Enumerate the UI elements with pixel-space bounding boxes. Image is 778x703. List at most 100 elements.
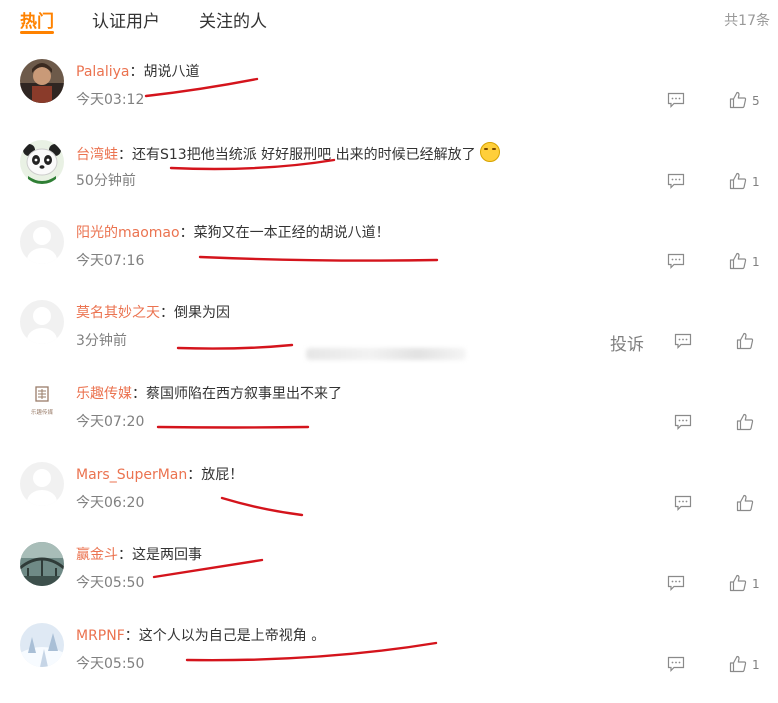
avatar[interactable] xyxy=(20,59,64,103)
logo-avatar-icon: 乐趣传媒 xyxy=(20,381,64,425)
comment-line: 台湾蛙：还有S13把他当统派 好好服刑吧 出来的时候已经解放了 xyxy=(76,142,500,164)
reply-button[interactable] xyxy=(667,253,685,273)
comment-row: Mars_SuperMan：放屁！ 今天06:20 xyxy=(0,462,778,542)
comment-tabs: 热门 认证用户 关注的人 共17条 xyxy=(0,0,778,40)
thumbs-up-icon xyxy=(729,655,747,673)
panda-avatar-icon xyxy=(20,140,64,184)
comment-bubble-icon xyxy=(674,495,692,511)
comment-line: 阳光的maomao：菜狗又在一本正经的胡说八道！ xyxy=(76,222,390,242)
like-button[interactable] xyxy=(729,655,747,677)
active-tab-indicator xyxy=(20,31,54,34)
comment-line: 赢金斗：这是两回事 xyxy=(76,544,202,564)
comment-username[interactable]: 台湾蛙 xyxy=(76,147,118,163)
like-button[interactable] xyxy=(729,252,747,274)
comment-row: 莫名其妙之天：倒果为因 3分钟前 投诉 xyxy=(0,300,778,380)
thumbs-up-icon xyxy=(729,574,747,592)
tab-verified-users[interactable]: 认证用户 xyxy=(92,7,160,32)
bridge-photo-avatar-icon xyxy=(20,542,64,586)
thumbs-up-icon xyxy=(729,252,747,270)
comment-row: 赢金斗：这是两回事 今天05:50 1 xyxy=(0,542,778,622)
separator: ： xyxy=(129,64,144,80)
comment-bubble-icon xyxy=(674,414,692,430)
comment-username[interactable]: Mars_SuperMan xyxy=(76,467,187,483)
tab-following[interactable]: 关注的人 xyxy=(199,7,267,32)
comment-bubble-icon xyxy=(667,656,685,672)
thumbs-up-icon xyxy=(736,332,754,350)
like-button[interactable] xyxy=(736,332,754,354)
like-count: 1 xyxy=(752,255,760,269)
comment-row: 乐趣传媒 乐趣传媒：蔡国师陷在西方叙事里出不来了 今天07:20 xyxy=(0,381,778,461)
comment-bubble-icon xyxy=(667,253,685,269)
thumbs-up-icon xyxy=(736,413,754,431)
reply-button[interactable] xyxy=(667,92,685,112)
default-avatar-icon xyxy=(20,462,64,506)
reply-button[interactable] xyxy=(674,333,692,353)
default-avatar-icon xyxy=(20,220,64,264)
comment-username[interactable]: 乐趣传媒 xyxy=(76,386,132,402)
separator: ： xyxy=(118,547,132,563)
tab-hot[interactable]: 热门 xyxy=(20,7,54,32)
avatar[interactable] xyxy=(20,462,64,506)
comment-time: 今天07:16 xyxy=(76,253,145,269)
separator: ： xyxy=(118,147,132,163)
comment-text: 放屁！ xyxy=(201,467,244,483)
comment-bubble-icon xyxy=(667,173,685,189)
laughing-crying-emoji-icon xyxy=(479,142,500,162)
reply-button[interactable] xyxy=(674,414,692,434)
separator: ： xyxy=(187,467,202,483)
avatar[interactable] xyxy=(20,300,64,344)
default-avatar-icon xyxy=(20,300,64,344)
like-count: 1 xyxy=(752,577,760,591)
comment-line: 莫名其妙之天：倒果为因 xyxy=(76,302,230,322)
like-button[interactable] xyxy=(736,494,754,516)
thumbs-up-icon xyxy=(736,494,754,512)
thumbs-up-icon xyxy=(729,172,747,190)
separator: ： xyxy=(124,628,139,644)
comment-username[interactable]: Palaliya xyxy=(76,64,130,80)
avatar[interactable] xyxy=(20,542,64,586)
comment-time: 50分钟前 xyxy=(76,173,136,189)
avatar[interactable] xyxy=(20,623,64,667)
report-button[interactable]: 投诉 xyxy=(610,330,644,355)
comment-row: 阳光的maomao：菜狗又在一本正经的胡说八道！ 今天07:16 1 xyxy=(0,220,778,300)
comment-username[interactable]: MRPNF xyxy=(76,628,125,644)
like-button[interactable] xyxy=(729,574,747,596)
avatar[interactable] xyxy=(20,140,64,184)
comment-username[interactable]: 赢金斗 xyxy=(76,547,118,563)
reply-button[interactable] xyxy=(667,173,685,193)
photo-person-icon xyxy=(20,59,64,103)
comment-time: 今天03:12 xyxy=(76,92,145,108)
comment-username[interactable]: 阳光的maomao xyxy=(76,225,180,241)
like-count: 5 xyxy=(752,94,760,108)
like-button[interactable] xyxy=(736,413,754,435)
like-button[interactable] xyxy=(729,91,747,113)
like-button[interactable] xyxy=(729,172,747,194)
thumbs-up-icon xyxy=(729,91,747,109)
comment-line: 乐趣传媒：蔡国师陷在西方叙事里出不来了 xyxy=(76,383,342,403)
comment-text: 菜狗又在一本正经的胡说八道！ xyxy=(193,225,390,241)
reply-button[interactable] xyxy=(667,575,685,595)
comment-text: 胡说八道 xyxy=(143,64,200,80)
separator: ： xyxy=(179,225,194,241)
comment-bubble-icon xyxy=(667,575,685,591)
separator: ： xyxy=(132,386,146,402)
comment-time: 今天05:50 xyxy=(76,575,145,591)
comment-line: Palaliya：胡说八道 xyxy=(76,61,200,81)
snow-photo-avatar-icon xyxy=(20,623,64,667)
comment-text: 这是两回事 xyxy=(132,547,202,563)
comment-text: 这个人以为自己是上帝视角 。 xyxy=(138,628,326,644)
comment-text: 倒果为因 xyxy=(174,305,230,321)
like-count: 1 xyxy=(752,658,760,672)
avatar[interactable]: 乐趣传媒 xyxy=(20,381,64,425)
like-count: 1 xyxy=(752,175,760,189)
comment-text: 还有S13把他当统派 好好服刑吧 出来的时候已经解放了 xyxy=(132,147,476,163)
reply-button[interactable] xyxy=(674,495,692,515)
separator: ： xyxy=(160,305,174,321)
reply-button[interactable] xyxy=(667,656,685,676)
comment-time: 今天05:50 xyxy=(76,656,145,672)
comment-bubble-icon xyxy=(667,92,685,108)
comment-username[interactable]: 莫名其妙之天 xyxy=(76,305,160,321)
blurred-region xyxy=(306,348,466,360)
avatar[interactable] xyxy=(20,220,64,264)
comment-line: Mars_SuperMan：放屁！ xyxy=(76,464,243,484)
